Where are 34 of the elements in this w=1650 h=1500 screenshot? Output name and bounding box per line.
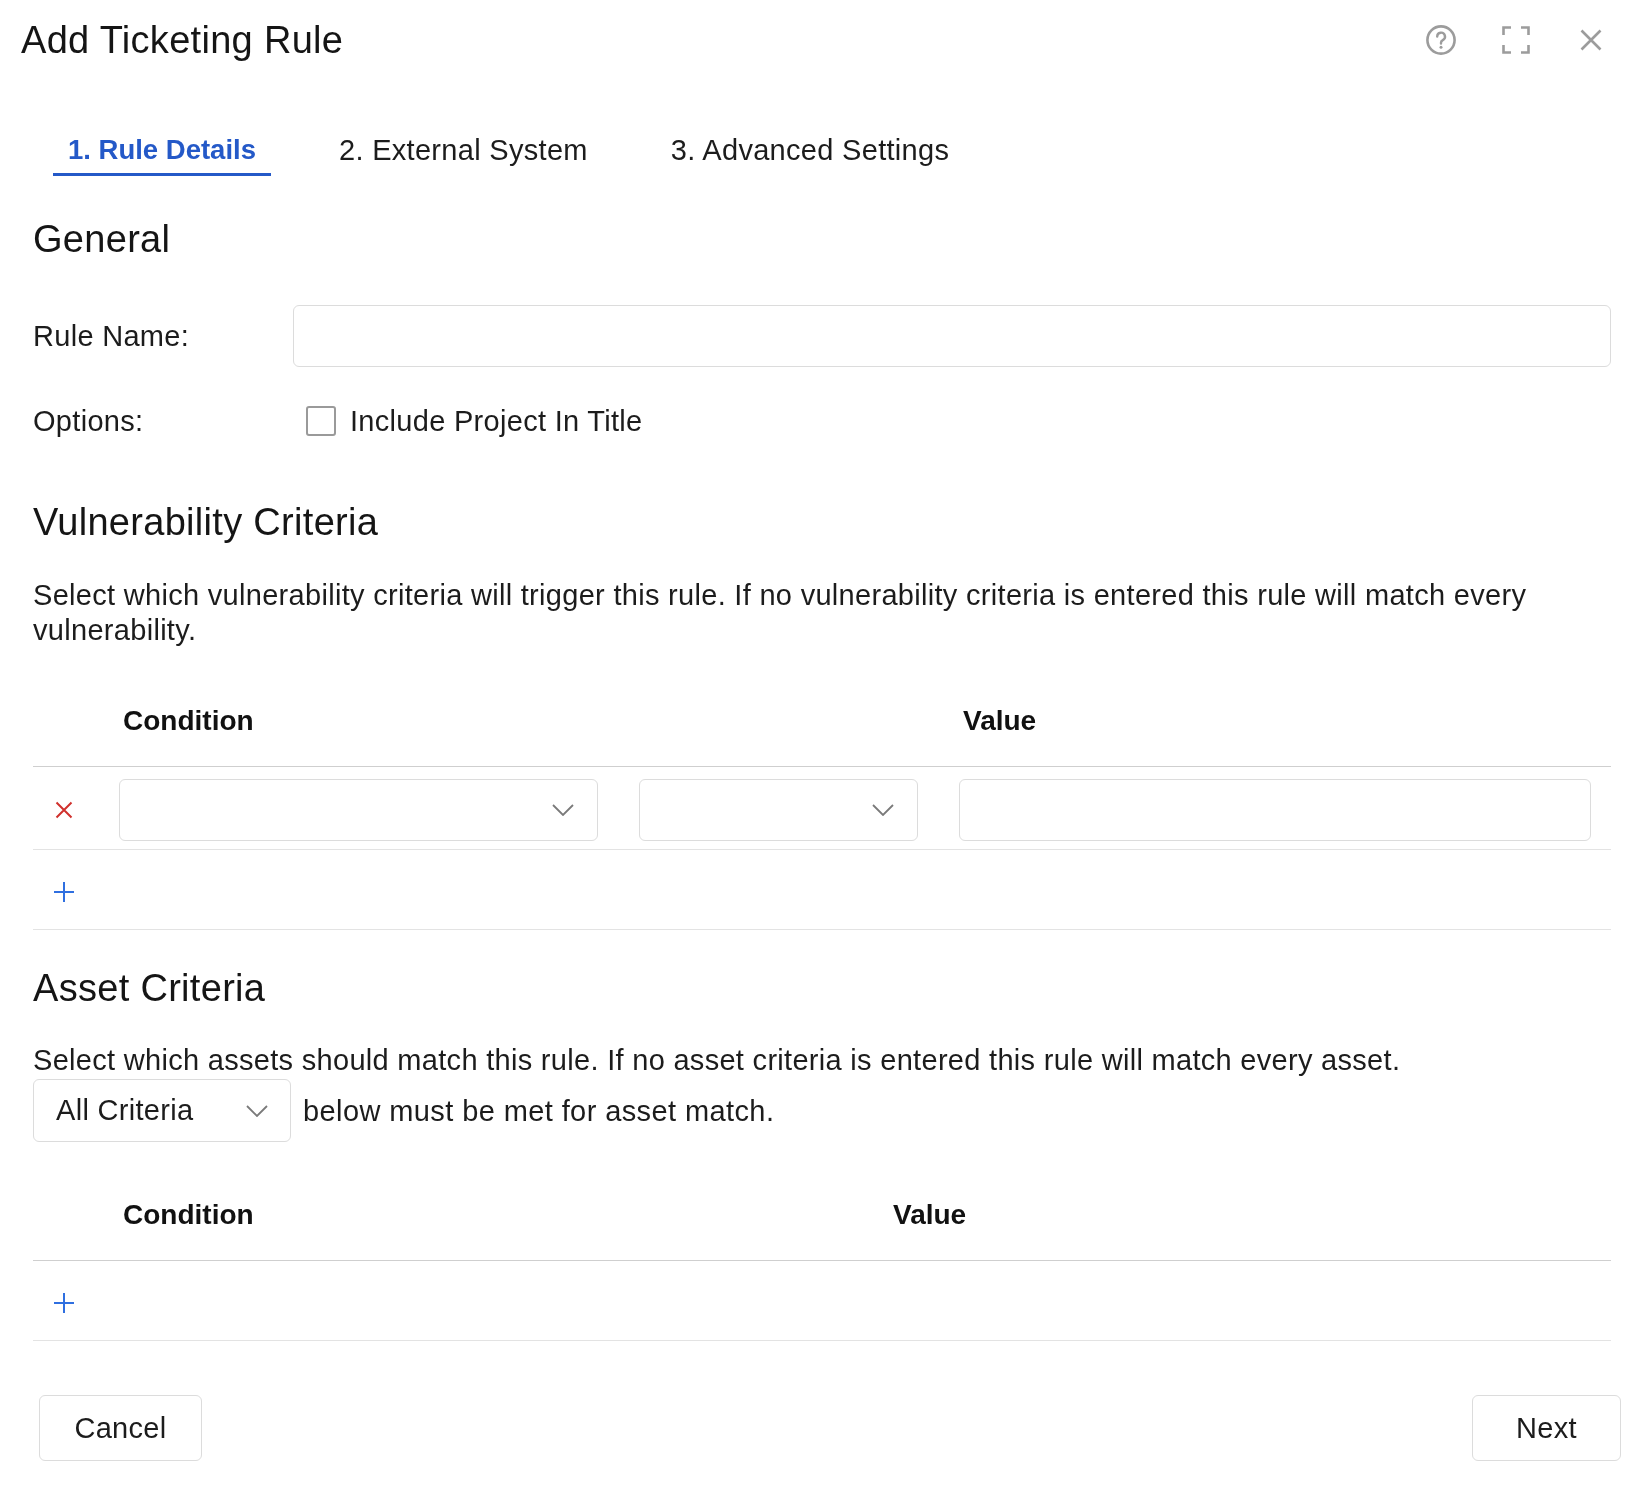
rule-name-input[interactable] (293, 305, 1611, 367)
chevron-down-icon (246, 1104, 268, 1117)
value-field[interactable] (959, 779, 1591, 841)
add-icon[interactable] (54, 881, 74, 902)
tab[interactable]: 2. External System (324, 121, 603, 176)
condition-dropdown[interactable] (119, 779, 598, 841)
cancel-button[interactable]: Cancel (39, 1395, 202, 1461)
tab[interactable]: 3. Advanced Settings (655, 121, 965, 176)
tab[interactable]: 1. Rule Details (53, 121, 271, 176)
next-button[interactable]: Next (1472, 1395, 1621, 1461)
help-icon[interactable] (1426, 25, 1456, 55)
fullscreen-icon[interactable] (1502, 26, 1530, 54)
column-header: Value (963, 706, 1037, 736)
dropdown[interactable] (639, 779, 918, 841)
checkbox[interactable] (306, 406, 336, 436)
chevron-down-icon (552, 804, 574, 816)
section-heading: General (33, 217, 172, 261)
field-label: Options: (33, 404, 145, 438)
section-heading: Asset Criteria (33, 966, 267, 1010)
match-text: below must be met for asset match. (303, 1093, 775, 1128)
column-header: Condition (123, 706, 254, 736)
delete-icon[interactable] (55, 801, 73, 819)
column-header: Condition (123, 1200, 254, 1230)
dialog-title: Add Ticketing Rule (21, 18, 345, 62)
field-label: Rule Name: (33, 319, 191, 353)
description-text: Select which vulnerability criteria will trigger this rule. If no vulnerability criteria is entered this rule will match every vulnerability. (33, 578, 1528, 648)
add-icon[interactable] (54, 1292, 74, 1313)
chevron-down-icon (872, 804, 894, 816)
close-icon[interactable] (1580, 29, 1602, 51)
section-heading: Vulnerability Criteria (33, 500, 380, 544)
checkbox-label: Include Project In Title (350, 404, 643, 438)
column-header: Value (893, 1200, 967, 1230)
description-text: Select which assets should match this rule. If no asset criteria is entered this rule will match every asset. (33, 1043, 1402, 1078)
criteria-dropdown[interactable]: All Criteria (33, 1079, 291, 1142)
